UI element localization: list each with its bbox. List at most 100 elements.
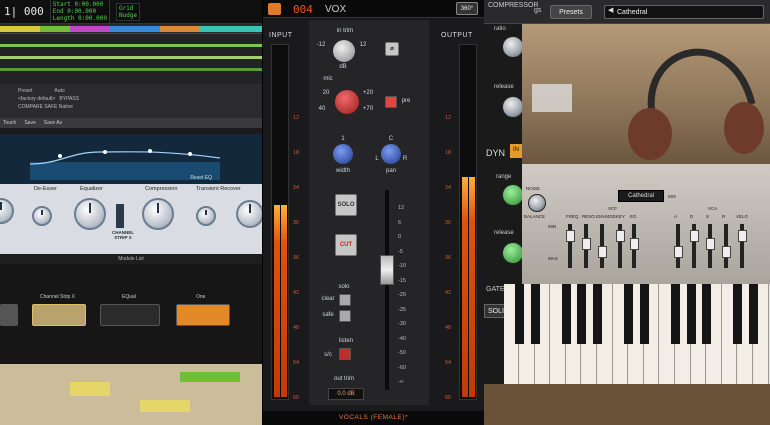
audio-clip-1[interactable]: [70, 382, 110, 396]
strip-footer-preset[interactable]: VOCALS (FEMALE)*: [263, 411, 484, 425]
mic-gain-knob[interactable]: [335, 90, 359, 114]
noise-knob[interactable]: [528, 194, 546, 212]
black-key[interactable]: [686, 284, 696, 344]
power-button[interactable]: [268, 3, 281, 15]
dyn-in-button[interactable]: IN: [510, 144, 522, 158]
strip-header: 004 VOX 360°: [263, 0, 484, 18]
grid-nudge[interactable]: Grid Nudge: [115, 2, 141, 21]
meter-scale-tick: 48: [444, 325, 452, 331]
auto-label: Auto: [54, 88, 65, 94]
noise-label: NOISE: [526, 186, 541, 191]
meter-scale-tick: 36: [292, 255, 300, 261]
preset-selector[interactable]: Cathedral: [604, 5, 764, 19]
range-knob[interactable]: [502, 184, 524, 206]
module-list[interactable]: Module List: [0, 254, 262, 264]
black-key[interactable]: [593, 284, 602, 344]
black-key[interactable]: [702, 284, 712, 344]
black-key[interactable]: [639, 284, 649, 344]
pre-button[interactable]: [385, 96, 397, 108]
input-knob[interactable]: [0, 198, 14, 224]
presets-button[interactable]: Presets: [550, 5, 592, 19]
output-knob[interactable]: [236, 200, 262, 228]
safe-button[interactable]: SAFE: [44, 104, 57, 110]
width-knob[interactable]: [333, 144, 353, 164]
eq-graph[interactable]: Reset EQ: [0, 134, 262, 184]
pre-label: pre: [401, 98, 411, 104]
grid-label[interactable]: Grid: [119, 5, 137, 12]
synth-slider-handle[interactable]: [721, 246, 731, 258]
release-label: release: [494, 84, 514, 90]
meter-scale-tick: 36: [444, 255, 452, 261]
sc-label: s/c: [324, 352, 332, 358]
black-key[interactable]: [577, 284, 587, 344]
in-trim-knob[interactable]: [333, 40, 355, 62]
clear-label: clear: [321, 296, 335, 302]
pan-knob[interactable]: [381, 144, 401, 164]
fader-track[interactable]: [385, 190, 389, 390]
equalizer-knob[interactable]: [74, 198, 106, 230]
black-key[interactable]: [624, 284, 634, 344]
track-lanes[interactable]: [0, 34, 262, 84]
module-row: De-Esser Equalizer Compression Transient…: [0, 184, 262, 254]
black-key[interactable]: [530, 284, 540, 344]
fader-scale-tick: -50: [398, 350, 406, 356]
out-trim-value[interactable]: 0.0 dB: [328, 388, 364, 400]
plugin-preset-name[interactable]: <factory default>: [18, 96, 55, 102]
arrange-area[interactable]: [0, 364, 262, 425]
synth-slider-handle[interactable]: [689, 230, 699, 242]
synth-slider-handle[interactable]: [629, 238, 639, 250]
decay-label: D: [690, 214, 694, 219]
phase-button[interactable]: ⌀: [385, 42, 399, 56]
listen-button[interactable]: [339, 348, 351, 360]
solo-clear-button[interactable]: [339, 294, 351, 306]
solo-safe-button[interactable]: [339, 310, 351, 322]
tab-fragment[interactable]: gs: [534, 7, 541, 14]
transient-knob[interactable]: [196, 206, 216, 226]
chevron-left-icon[interactable]: ◀: [608, 6, 613, 14]
black-key[interactable]: [733, 284, 743, 344]
black-key[interactable]: [671, 284, 680, 344]
preset-number[interactable]: 004: [293, 3, 313, 16]
audio-clip-3[interactable]: [140, 400, 190, 412]
cut-button[interactable]: CUT: [335, 234, 357, 256]
view-360-button[interactable]: 360°: [456, 2, 478, 15]
rack-slot-one[interactable]: [176, 304, 230, 326]
save-as-button[interactable]: Save As: [44, 120, 62, 126]
black-key[interactable]: [561, 284, 571, 344]
bypass-button[interactable]: BYPASS: [59, 96, 79, 102]
audio-clip-2[interactable]: [180, 372, 240, 382]
meter-scale-tick: 18: [292, 150, 300, 156]
meter-scale-tick: 60: [292, 395, 300, 401]
synth-slider-handle[interactable]: [673, 246, 683, 258]
save-button[interactable]: Save: [24, 120, 35, 126]
rack-slot-equal[interactable]: [100, 304, 160, 326]
release-2-knob[interactable]: [502, 242, 524, 264]
nudge-label[interactable]: Nudge: [119, 12, 137, 19]
synth-slider-handle[interactable]: [581, 238, 591, 250]
ratio-knob[interactable]: [502, 36, 524, 58]
black-key[interactable]: [515, 284, 524, 344]
fader-scale-tick: -15: [398, 277, 406, 284]
fader-handle[interactable]: [380, 255, 394, 285]
reset-eq-button[interactable]: Reset EQ: [190, 175, 212, 181]
timeline-ruler[interactable]: [0, 24, 262, 34]
solo-button[interactable]: SOLO: [335, 194, 357, 216]
preset-name[interactable]: VOX: [325, 4, 346, 15]
synth-slider-handle[interactable]: [737, 230, 747, 242]
compression-knob[interactable]: [142, 198, 174, 230]
synth-slider-handle[interactable]: [565, 230, 575, 242]
range-label: range: [496, 174, 512, 180]
black-key[interactable]: [749, 284, 758, 344]
deesser-knob[interactable]: [32, 206, 52, 226]
in-trim-tick-right: 12: [359, 42, 367, 48]
rack-slot-channel-strip[interactable]: [32, 304, 86, 326]
synth-slider-handle[interactable]: [597, 246, 607, 258]
release-knob[interactable]: [502, 96, 524, 118]
compare-button[interactable]: COMPARE: [18, 104, 43, 110]
synth-slider-handle[interactable]: [705, 238, 715, 250]
native-button[interactable]: Native: [59, 104, 73, 110]
piano-keyboard[interactable]: [504, 284, 770, 384]
synth-slider-handle[interactable]: [615, 230, 625, 242]
touch-mode[interactable]: Touch: [3, 120, 16, 126]
rack-slot-0[interactable]: [0, 304, 18, 326]
